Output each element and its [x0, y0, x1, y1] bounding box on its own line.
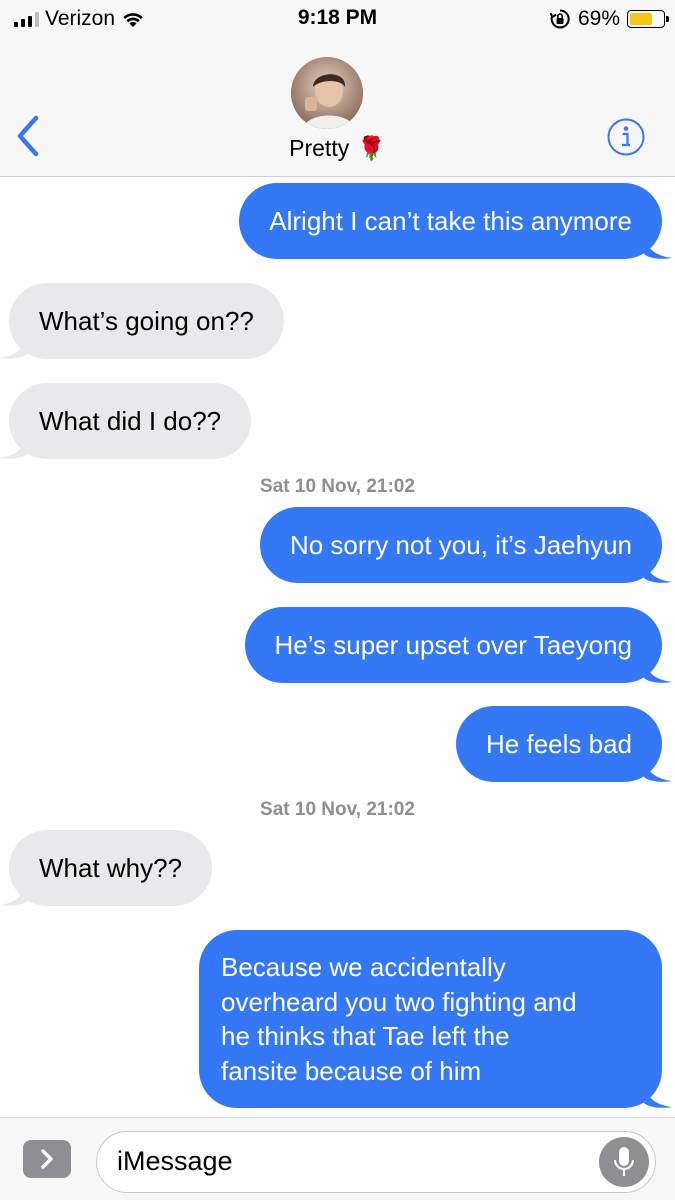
- message-bubble-sent[interactable]: He’s super upset over Taeyong: [244, 607, 672, 683]
- message-text: What’s going on??: [39, 306, 254, 336]
- message-bubble-sent[interactable]: Alright I can’t take this anymore: [239, 183, 672, 259]
- battery-icon: [627, 10, 669, 28]
- message-line: fansite because of him: [221, 1055, 482, 1086]
- battery-percent: 69%: [577, 7, 620, 30]
- message-bubble-received[interactable]: What’s going on??: [0, 283, 284, 359]
- rose-emoji: 🌹: [357, 135, 386, 161]
- timestamp: Sat 10 Nov, 21:02: [0, 799, 675, 821]
- message-text: What why??: [39, 853, 183, 883]
- conversation-header: Pretty 🌹: [0, 40, 675, 177]
- message-input-placeholder: iMessage: [117, 1146, 233, 1176]
- message-bubble-sent[interactable]: No sorry not you, it’s Jaehyun: [259, 507, 672, 583]
- contact-avatar[interactable]: [291, 57, 363, 129]
- battery-fill: [630, 13, 653, 25]
- compose-bar: iMessage: [0, 1117, 675, 1200]
- status-bar: Verizon 9:18 PM 69%: [0, 0, 675, 40]
- info-icon[interactable]: [606, 117, 646, 157]
- orientation-lock-icon: [549, 9, 570, 29]
- app-drawer-button[interactable]: [23, 1140, 71, 1178]
- message-text: No sorry not you, it’s Jaehyun: [289, 530, 632, 560]
- message-bubble-received[interactable]: What did I do??: [0, 383, 252, 459]
- timestamp: Sat 10 Nov, 21:02: [0, 476, 675, 498]
- timestamp-time: 21:02: [366, 799, 415, 820]
- message-line: Because we accidentally: [221, 952, 506, 982]
- timestamp-day: Sat 10 Nov,: [260, 799, 362, 820]
- status-right: 69%: [549, 6, 669, 32]
- message-text: Alright I can’t take this anymore: [269, 206, 632, 236]
- message-line: overheard you two fighting and: [221, 986, 577, 1017]
- message-input[interactable]: iMessage: [96, 1131, 656, 1193]
- message-text: What did I do??: [39, 406, 222, 436]
- message-bubble-sent[interactable]: He feels bad: [456, 706, 672, 782]
- contact-name-row[interactable]: Pretty 🌹: [0, 135, 675, 162]
- message-text: He feels bad: [486, 729, 632, 759]
- contact-name: Pretty: [289, 135, 350, 161]
- message-text: He’s super upset over Taeyong: [274, 630, 633, 660]
- microphone-icon: [613, 1147, 635, 1176]
- microphone-button[interactable]: [599, 1137, 649, 1187]
- message-line: he thinks that Tae left the: [221, 1021, 510, 1051]
- timestamp-day: Sat 10 Nov,: [260, 476, 362, 497]
- timestamp-time: 21:02: [366, 476, 415, 497]
- message-bubble-sent[interactable]: Because we accidentally overheard you tw…: [199, 930, 672, 1108]
- app-drawer-chevron-icon: [41, 1149, 53, 1169]
- message-bubble-received[interactable]: What why??: [0, 830, 213, 906]
